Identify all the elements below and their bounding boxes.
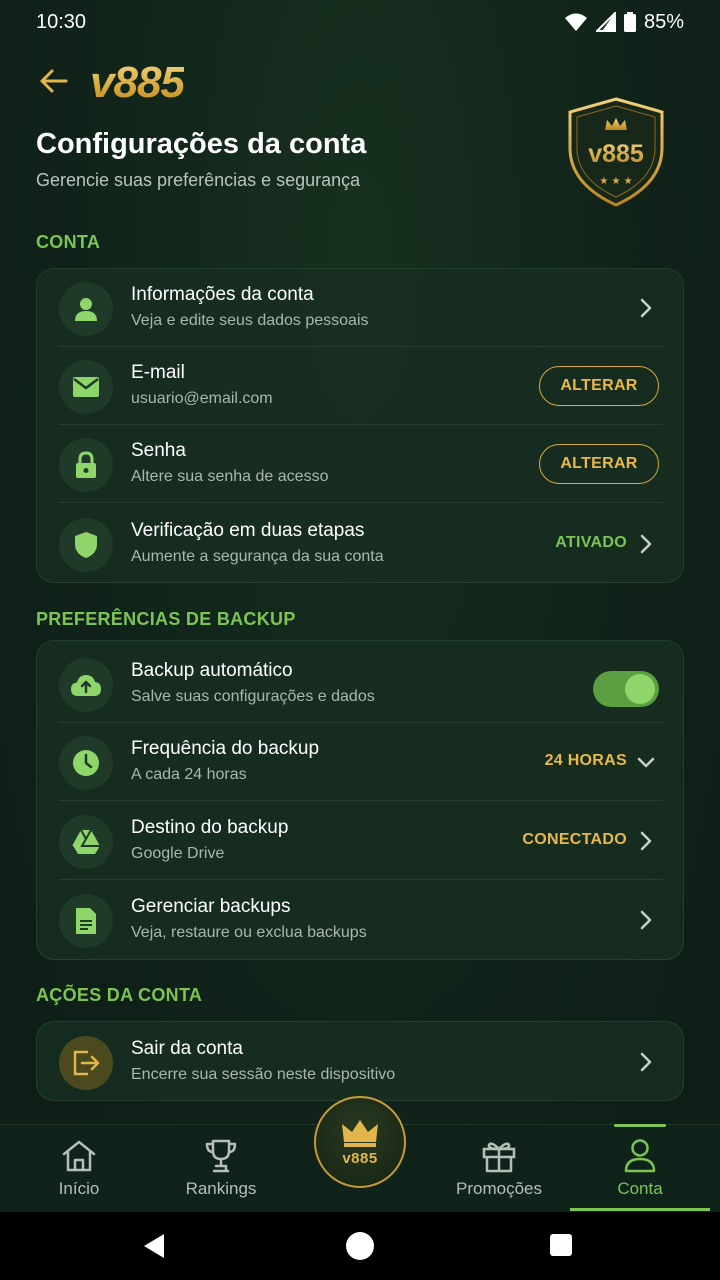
row-title: Informações da conta xyxy=(131,284,314,305)
row-title: E-mail xyxy=(131,362,185,383)
auto-backup-row: Backup automático Salve suas configuraçõ… xyxy=(37,645,685,723)
row-title: Destino do backup xyxy=(131,817,289,838)
row-title: Backup automático xyxy=(131,660,293,681)
trophy-icon xyxy=(205,1139,237,1173)
lock-icon xyxy=(76,451,96,478)
signal-icon xyxy=(595,12,616,32)
settings-screen: 10:30 85% v885 Configurações da conta Ge… xyxy=(0,0,720,1280)
account-card: Informações da conta Veja e edite seus d… xyxy=(36,268,684,583)
status-badge: CONECTADO xyxy=(522,831,627,848)
row-subtitle: Veja, restaure ou exclua backups xyxy=(131,924,367,941)
status-icons: 85% xyxy=(564,11,684,34)
shield-logo-icon: v885 ★ ★ ★ xyxy=(568,97,664,207)
nav-active-indicator xyxy=(614,1124,666,1127)
row-subtitle: A cada 24 horas xyxy=(131,766,247,783)
mail-icon xyxy=(73,377,99,397)
clock-icon xyxy=(73,750,99,776)
two-factor-row[interactable]: Verificação em duas etapas Aumente a seg… xyxy=(37,505,685,583)
row-subtitle: usuario@email.com xyxy=(131,390,273,407)
brand-logo: v885 xyxy=(90,58,185,107)
arrow-left-icon xyxy=(40,69,68,93)
row-title: Senha xyxy=(131,440,186,461)
row-title: Sair da conta xyxy=(131,1038,243,1059)
wifi-icon xyxy=(564,13,587,31)
backup-frequency-row[interactable]: Frequência do backup A cada 24 horas 24 … xyxy=(37,723,685,801)
crown-icon xyxy=(342,1119,378,1147)
section-label-account: CONTA xyxy=(36,232,101,252)
chevron-right-icon xyxy=(640,1052,652,1072)
logout-row[interactable]: Sair da conta Encerre sua sessão neste d… xyxy=(37,1023,685,1101)
system-home-icon[interactable] xyxy=(346,1232,374,1260)
password-row: Senha Altere sua senha de acesso ALTERAR xyxy=(37,425,685,503)
auto-backup-toggle[interactable] xyxy=(593,671,659,707)
nav-account[interactable]: Conta xyxy=(600,1125,680,1213)
home-icon xyxy=(62,1140,96,1172)
row-title: Verificação em duas etapas xyxy=(131,520,365,541)
logout-icon xyxy=(73,1050,100,1076)
change-email-button[interactable]: ALTERAR xyxy=(539,366,659,406)
google-drive-icon xyxy=(71,829,100,855)
person-icon xyxy=(75,298,97,321)
center-home-button[interactable]: v885 xyxy=(314,1096,406,1188)
chevron-right-icon xyxy=(640,910,652,930)
system-back-icon[interactable] xyxy=(142,1232,166,1260)
chevron-right-icon xyxy=(640,534,652,554)
person-icon xyxy=(624,1139,656,1173)
row-title: Frequência do backup xyxy=(131,738,320,759)
page-subtitle: Gerencie suas preferências e segurança xyxy=(36,170,361,190)
center-fab-label: v885 xyxy=(342,1149,378,1167)
row-subtitle: Aumente a segurança da sua conta xyxy=(131,548,384,565)
gift-icon xyxy=(482,1142,516,1173)
chevron-right-icon xyxy=(640,298,652,318)
manage-backups-row[interactable]: Gerenciar backups Veja, restaure ou excl… xyxy=(37,881,685,959)
row-subtitle: Altere sua senha de acesso xyxy=(131,468,329,485)
system-recents-icon[interactable] xyxy=(550,1234,572,1256)
nav-promotions[interactable]: Promoções xyxy=(444,1125,554,1213)
section-label-backup: PREFERÊNCIAS DE BACKUP xyxy=(36,609,296,629)
toggle-knob xyxy=(625,674,655,704)
frequency-value: 24 HORAS xyxy=(544,752,627,769)
nav-label: Início xyxy=(58,1179,100,1198)
svg-text:★ ★ ★: ★ ★ ★ xyxy=(599,176,632,187)
status-bar: 10:30 85% xyxy=(0,0,720,44)
cloud-upload-icon xyxy=(71,675,101,696)
row-icon-wrap xyxy=(59,282,113,336)
nav-rankings[interactable]: Rankings xyxy=(176,1125,266,1213)
page-title: Configurações da conta xyxy=(36,128,367,160)
status-badge: ATIVADO xyxy=(555,534,627,551)
backup-card: Backup automático Salve suas configuraçõ… xyxy=(36,640,684,960)
email-row: E-mail usuario@email.com ALTERAR xyxy=(37,347,685,425)
change-password-button[interactable]: ALTERAR xyxy=(539,444,659,484)
chevron-right-icon xyxy=(640,831,652,851)
row-subtitle: Google Drive xyxy=(131,845,225,862)
shield-text: v885 xyxy=(588,140,644,168)
nav-label: Conta xyxy=(617,1179,663,1198)
status-time: 10:30 xyxy=(36,10,87,33)
chevron-down-icon xyxy=(637,757,655,768)
nav-label: Promoções xyxy=(456,1179,542,1198)
nav-label: Rankings xyxy=(185,1179,257,1198)
row-title: Gerenciar backups xyxy=(131,896,291,917)
nav-active-underline xyxy=(570,1208,710,1211)
section-label-actions: AÇÕES DA CONTA xyxy=(36,985,203,1005)
row-subtitle: Veja e edite seus dados pessoais xyxy=(131,312,369,329)
row-subtitle: Encerre sua sessão neste dispositivo xyxy=(131,1066,396,1083)
actions-card: Sair da conta Encerre sua sessão neste d… xyxy=(36,1021,684,1101)
account-info-row[interactable]: Informações da conta Veja e edite seus d… xyxy=(37,269,685,347)
back-button[interactable] xyxy=(36,64,70,98)
document-icon xyxy=(76,908,96,934)
battery-icon xyxy=(623,12,636,32)
nav-home[interactable]: Início xyxy=(39,1125,119,1213)
row-subtitle: Salve suas configurações e dados xyxy=(131,688,375,705)
shield-icon xyxy=(75,532,97,558)
battery-percent: 85% xyxy=(643,10,684,33)
system-nav-bar xyxy=(0,1212,720,1280)
backup-destination-row[interactable]: Destino do backup Google Drive CONECTADO xyxy=(37,802,685,880)
